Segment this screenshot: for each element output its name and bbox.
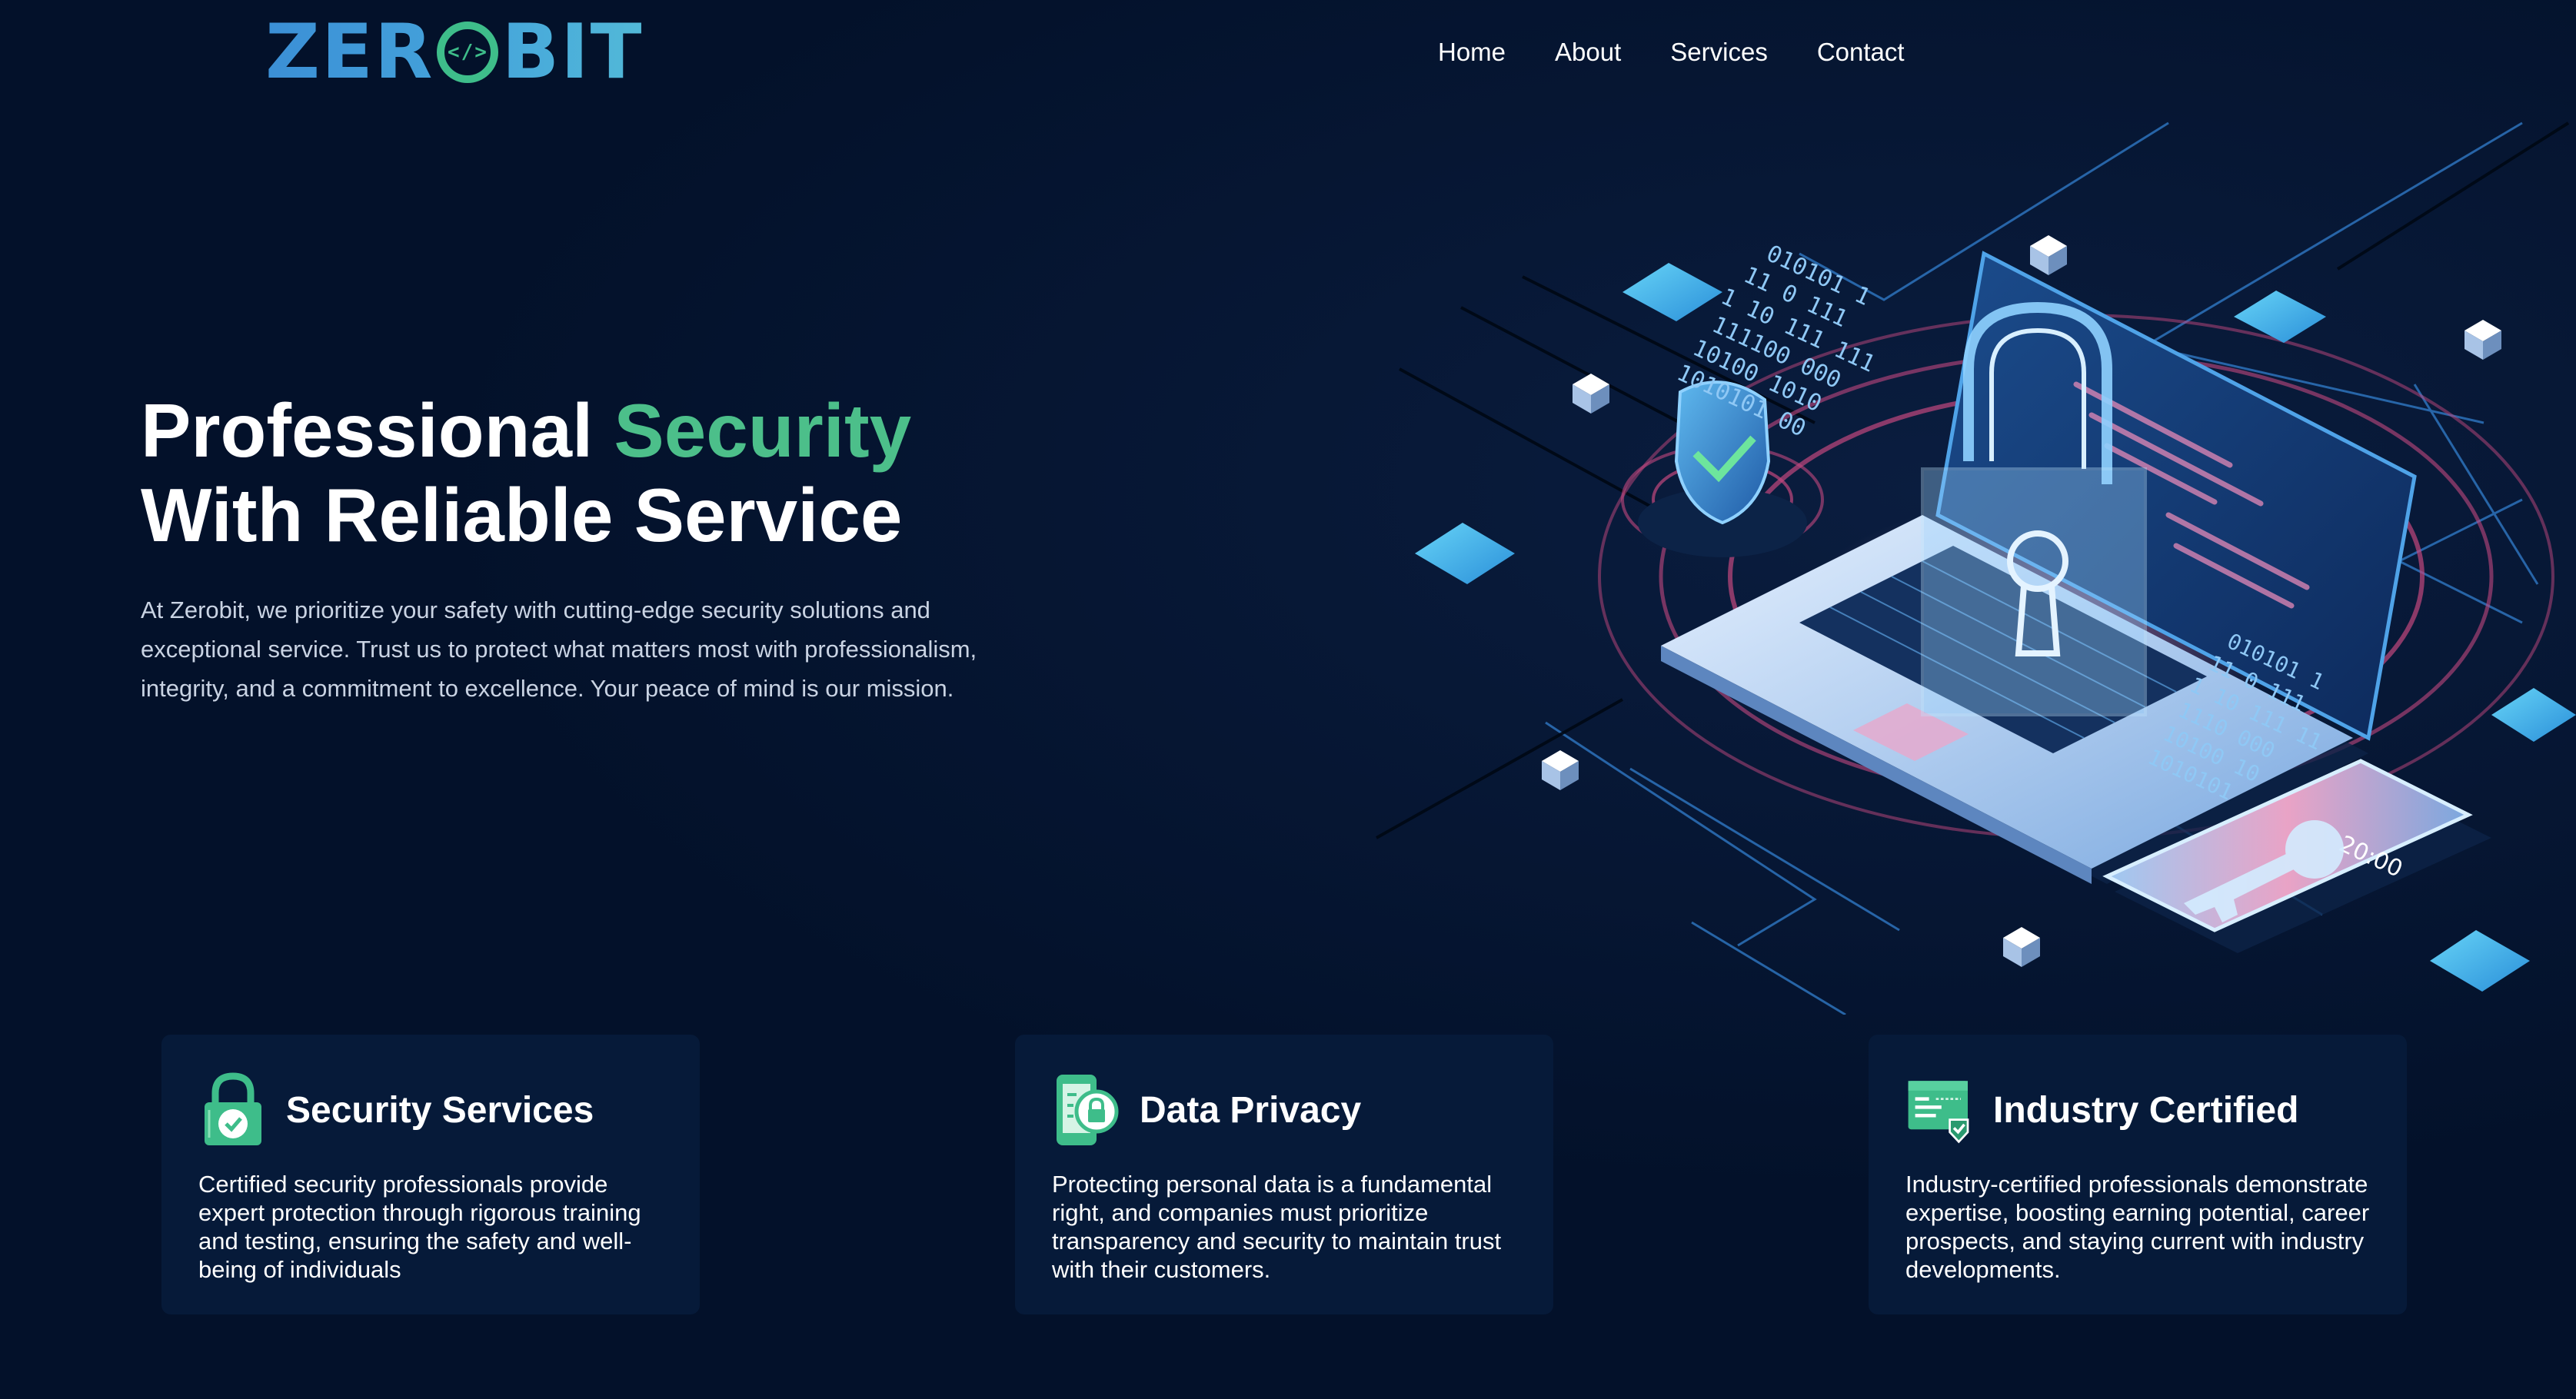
feature-card-title: Industry Certified	[1993, 1089, 2299, 1131]
nav-link-contact[interactable]: Contact	[1817, 31, 1905, 74]
page: ZER BIT Home About Services Contact Prof…	[0, 0, 2576, 1399]
feature-card-privacy: Data Privacy Protecting personal data is…	[1015, 1035, 1553, 1314]
hero-title: Professional Security With Reliable Serv…	[141, 388, 911, 557]
code-bubble-icon	[437, 22, 499, 83]
padlock-check-icon	[205, 1072, 261, 1145]
main-nav: Home About Services Contact	[1438, 31, 1905, 74]
nav-link-home[interactable]: Home	[1438, 31, 1506, 74]
logo-text-right: BIT	[501, 8, 644, 96]
nav-link-about[interactable]: About	[1555, 31, 1621, 74]
logo-text-left: ZER	[265, 8, 434, 96]
feature-card-certified: Industry Certified Industry-certified pr…	[1869, 1035, 2407, 1314]
nav-link-services[interactable]: Services	[1670, 31, 1768, 74]
certificate-icon	[1908, 1081, 1969, 1144]
hero-description: At Zerobit, we prioritize your safety wi…	[141, 596, 977, 702]
feature-card-text: Certified security professionals provide…	[198, 1171, 641, 1283]
feature-card-header: Security Services	[198, 1072, 663, 1148]
feature-card-header: Industry Certified	[1905, 1072, 2370, 1148]
hero-title-line2: With Reliable Service	[141, 473, 903, 557]
padlock-body	[1921, 467, 2147, 716]
feature-card-security: Security Services Certified security pro…	[161, 1035, 700, 1314]
feature-card-header: Data Privacy	[1052, 1072, 1516, 1148]
feature-card-title: Security Services	[286, 1089, 594, 1131]
security-laptop-illustration: 010101 1 11 0 111 1 10 111 111 111100 00…	[1376, 121, 2576, 1015]
feature-card-title: Data Privacy	[1140, 1089, 1362, 1131]
phone-lock-icon	[1057, 1075, 1119, 1145]
hero-title-accent: Security	[614, 388, 912, 473]
zerobit-logo[interactable]: ZER BIT	[265, 14, 643, 91]
feature-card-text: Protecting personal data is a fundamenta…	[1052, 1171, 1502, 1283]
hero-title-part1: Professional	[141, 388, 614, 473]
feature-card-text: Industry-certified professionals demonst…	[1905, 1171, 2370, 1283]
